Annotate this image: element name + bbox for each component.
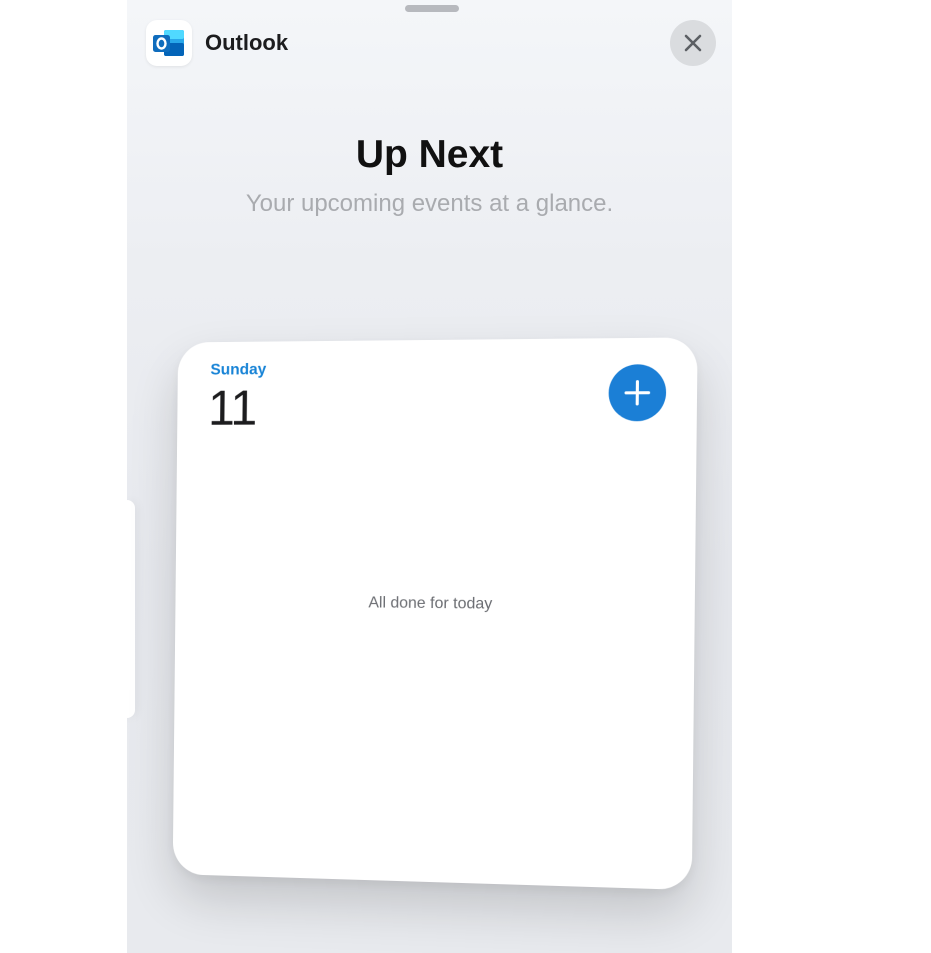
app-name: Outlook: [205, 30, 289, 55]
widget-title: Up Next: [355, 133, 504, 176]
up-next-widget-preview[interactable]: Sunday 11 All done for today: [172, 337, 698, 891]
day-name: Sunday: [210, 361, 267, 379]
add-event-button[interactable]: [608, 364, 667, 422]
sheet-grabber-handle[interactable]: [405, 5, 459, 12]
widget-sheet: Outlook Up Next Your upcoming events at …: [127, 0, 732, 953]
empty-state-message: All done for today: [368, 594, 493, 613]
close-icon: [684, 34, 702, 52]
widget-subtitle: Your upcoming events at a glance.: [245, 190, 614, 217]
outlook-icon: [146, 20, 192, 66]
close-button[interactable]: [670, 20, 716, 66]
plus-icon: [624, 379, 651, 406]
adjacent-widget-peek[interactable]: [127, 500, 135, 718]
day-number: 11: [207, 380, 257, 436]
